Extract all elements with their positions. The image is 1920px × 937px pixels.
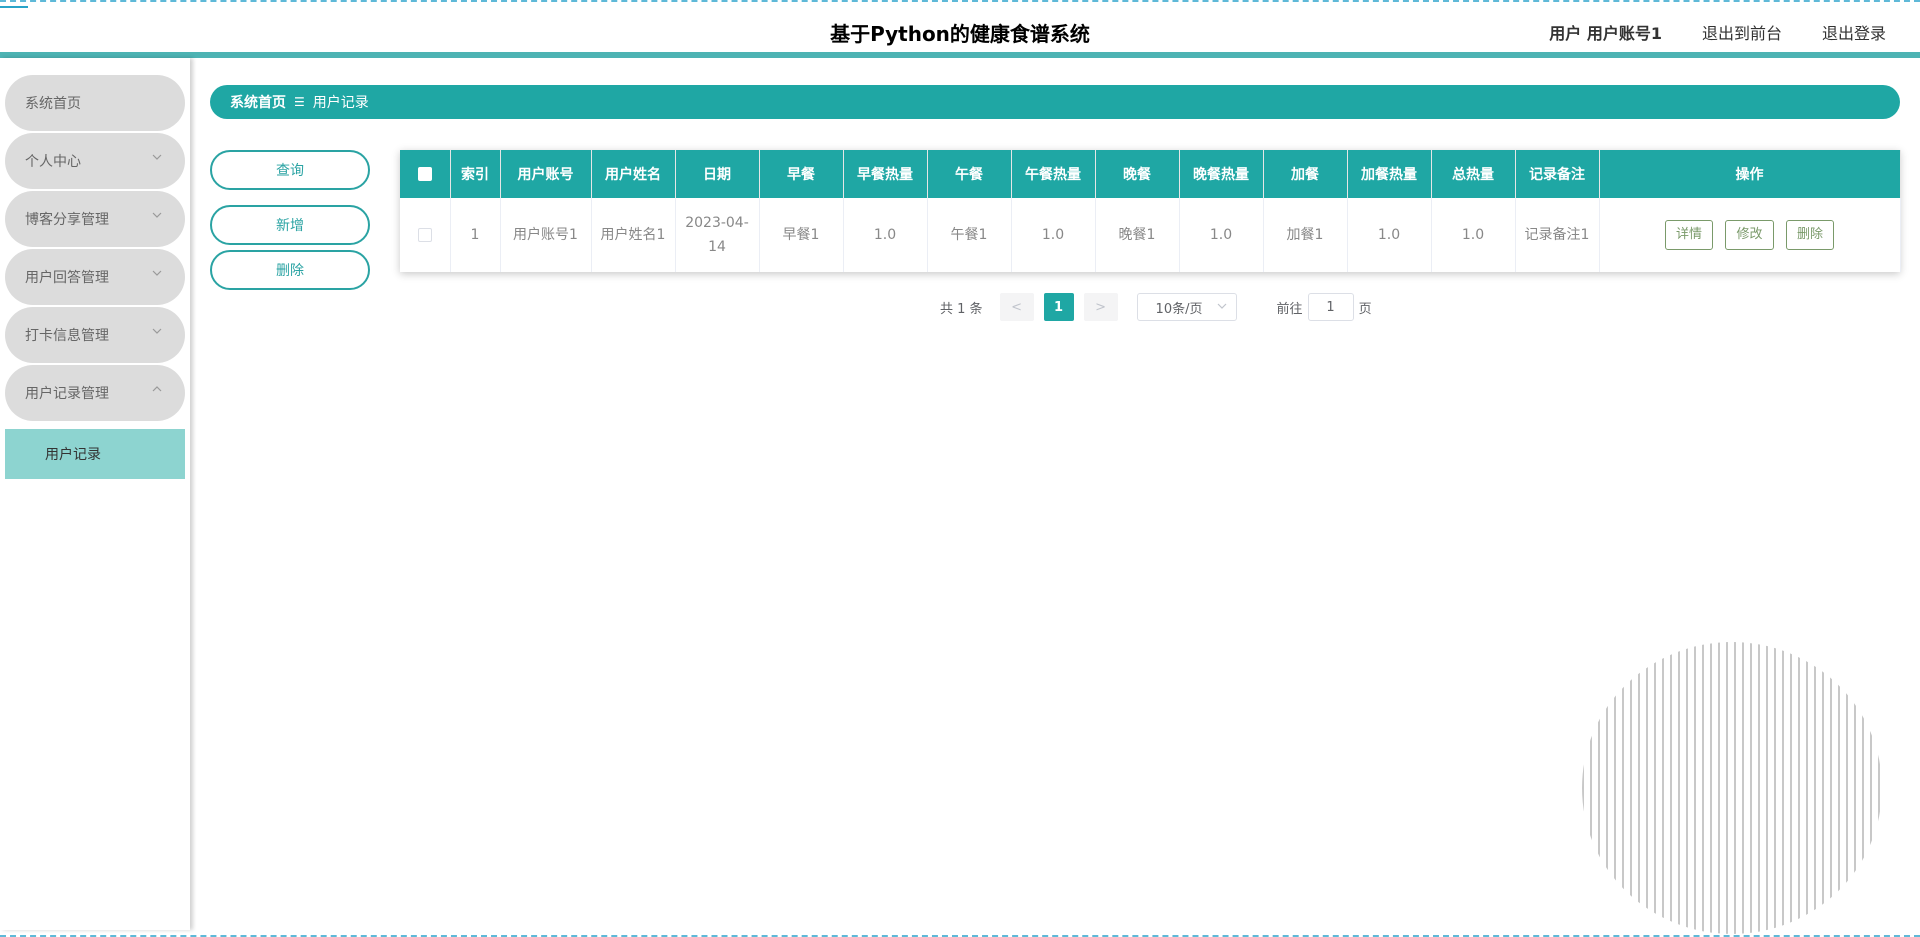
table-header-row: 索引 用户账号 用户姓名 日期 早餐 早餐热量 午餐 午餐热量 晚餐 晚餐热量 …: [400, 150, 1901, 198]
current-user: 用户 用户账号1: [1549, 24, 1662, 43]
goto-label: 前往: [1276, 301, 1303, 317]
cell-note: 记录备注1: [1515, 198, 1600, 272]
cell-dinner: 晚餐1: [1095, 198, 1180, 272]
column-header: 总热量: [1431, 150, 1516, 198]
chevron-down-icon: [151, 325, 163, 337]
column-header: 早餐热量: [843, 150, 928, 198]
chevron-up-icon: [151, 383, 163, 395]
table-row: 1 用户账号1 用户姓名1 2023-04-14 早餐1 1.0 午餐1 1.0…: [400, 198, 1901, 272]
column-header: 午餐热量: [1011, 150, 1096, 198]
column-header: 索引: [450, 150, 501, 198]
cell-name: 用户姓名1: [591, 198, 676, 272]
cell-breakfast-cal: 1.0: [843, 198, 928, 272]
column-header: 记录备注: [1515, 150, 1600, 198]
prev-page-button[interactable]: <: [999, 293, 1034, 321]
header: 基于Python的健康食谱系统 用户 用户账号1 退出到前台 退出登录: [0, 8, 1920, 54]
sidebar-item-home[interactable]: 系统首页: [5, 75, 185, 131]
column-header: 用户账号: [500, 150, 592, 198]
breadcrumb-home[interactable]: 系统首页: [230, 92, 286, 112]
add-button[interactable]: 新增: [210, 205, 370, 245]
page-suffix: 页: [1358, 301, 1372, 317]
cell-lunch-cal: 1.0: [1011, 198, 1096, 272]
batch-delete-button[interactable]: 删除: [210, 250, 370, 290]
cell-date: 2023-04-14: [675, 198, 760, 272]
row-checkbox[interactable]: [417, 228, 432, 242]
top-decorative-border: [0, 0, 1920, 8]
sidebar-subitem-label: 用户记录: [45, 447, 101, 463]
select-all-cell: [400, 150, 451, 198]
cell-total-cal: 1.0: [1431, 198, 1516, 272]
pagination: 共 1 条 < 1 > 10条/页 前往 页: [940, 293, 1372, 321]
chevron-down-icon: [151, 267, 163, 279]
column-header: 操作: [1599, 150, 1901, 198]
delete-button[interactable]: 删除: [1785, 220, 1834, 250]
sidebar-subitem-user-record[interactable]: 用户记录: [5, 429, 185, 479]
bottom-decorative-border: [0, 930, 1920, 937]
cell-snack-cal: 1.0: [1347, 198, 1432, 272]
cell-account: 用户账号1: [500, 198, 592, 272]
select-all-checkbox[interactable]: [417, 167, 432, 181]
row-select-cell: [400, 198, 451, 272]
page-size-select[interactable]: 10条/页: [1136, 293, 1237, 321]
query-button[interactable]: 查询: [210, 150, 370, 190]
goto-page-input[interactable]: [1307, 293, 1354, 321]
cell-operations: 详情 修改 删除: [1599, 198, 1901, 272]
cell-snack: 加餐1: [1263, 198, 1348, 272]
total-count: 共 1 条: [940, 301, 983, 317]
cell-index: 1: [450, 198, 501, 272]
column-header: 用户姓名: [591, 150, 676, 198]
sidebar-item-label: 用户回答管理: [25, 270, 109, 286]
sidebar-item-label: 博客分享管理: [25, 212, 109, 228]
chevron-down-icon: [151, 151, 163, 163]
exit-to-front-link[interactable]: 退出到前台: [1702, 20, 1782, 44]
column-header: 加餐: [1263, 150, 1348, 198]
column-header: 晚餐: [1095, 150, 1180, 198]
header-divider: [0, 52, 1920, 58]
edit-button[interactable]: 修改: [1725, 220, 1774, 250]
sidebar-item-user-records[interactable]: 用户记录管理: [5, 365, 185, 421]
column-header: 晚餐热量: [1179, 150, 1264, 198]
sidebar-item-user-answers[interactable]: 用户回答管理: [5, 249, 185, 305]
breadcrumb-separator-icon: ☰: [294, 95, 305, 109]
current-page-button[interactable]: 1: [1043, 293, 1074, 321]
chevron-down-icon: [151, 209, 163, 221]
column-header: 加餐热量: [1347, 150, 1432, 198]
breadcrumb-current: 用户记录: [312, 95, 369, 111]
header-actions: 用户 用户账号1 退出到前台 退出登录: [1549, 20, 1886, 44]
chevron-down-icon: [1216, 300, 1228, 312]
sidebar-item-label: 系统首页: [25, 96, 81, 112]
logout-link[interactable]: 退出登录: [1822, 20, 1886, 44]
column-header: 日期: [675, 150, 760, 198]
sidebar: 系统首页 个人中心 博客分享管理 用户回答管理 打卡信息管理 用户记录管理 用户…: [0, 58, 190, 930]
sidebar-item-blog-share[interactable]: 博客分享管理: [5, 191, 185, 247]
records-table: 索引 用户账号 用户姓名 日期 早餐 早餐热量 午餐 午餐热量 晚餐 晚餐热量 …: [400, 150, 1901, 272]
sidebar-item-label: 打卡信息管理: [25, 328, 109, 344]
cell-breakfast: 早餐1: [759, 198, 844, 272]
cell-lunch: 午餐1: [927, 198, 1012, 272]
breadcrumb: 系统首页 ☰ 用户记录: [210, 85, 1900, 119]
sidebar-item-label: 用户记录管理: [25, 386, 109, 402]
sidebar-item-checkin[interactable]: 打卡信息管理: [5, 307, 185, 363]
detail-button[interactable]: 详情: [1665, 220, 1714, 250]
column-header: 早餐: [759, 150, 844, 198]
goto-page: 前往 页: [1277, 293, 1372, 321]
page-size-value: 10条/页: [1155, 301, 1203, 317]
sidebar-item-label: 个人中心: [25, 154, 81, 170]
cell-dinner-cal: 1.0: [1179, 198, 1264, 272]
next-page-button[interactable]: >: [1083, 293, 1118, 321]
decorative-striped-circle: [1582, 642, 1882, 934]
column-header: 午餐: [927, 150, 1012, 198]
sidebar-item-personal-center[interactable]: 个人中心: [5, 133, 185, 189]
